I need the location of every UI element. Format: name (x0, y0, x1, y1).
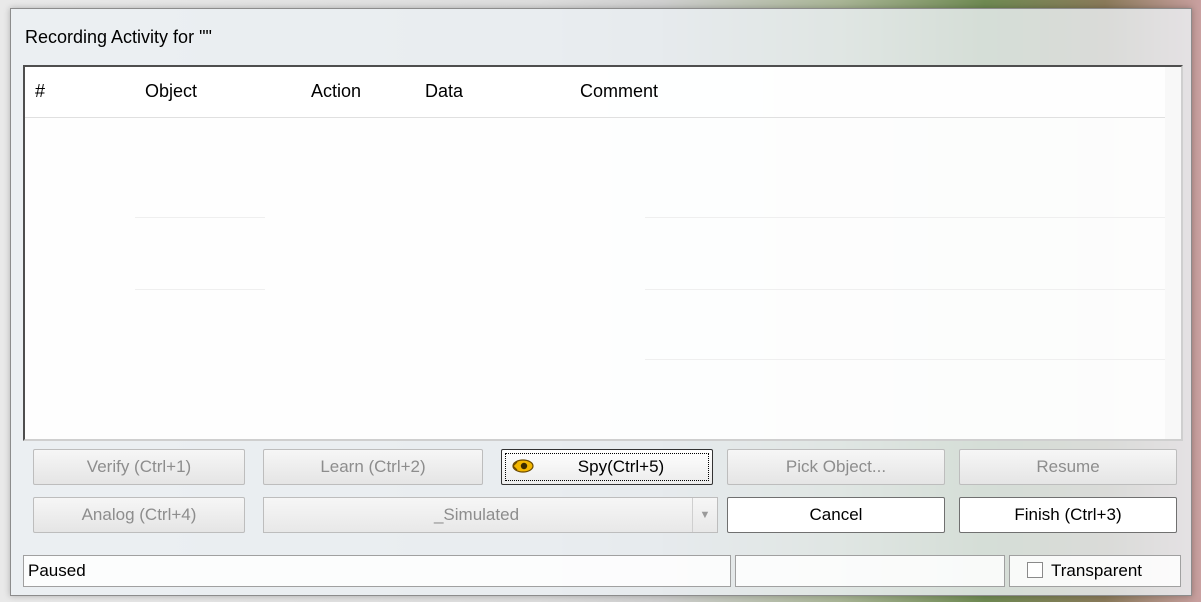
divider (645, 217, 1165, 218)
column-header-action[interactable]: Action (311, 81, 361, 102)
column-header-comment[interactable]: Comment (580, 81, 658, 102)
status-text: Paused (23, 555, 731, 587)
recording-mode-select[interactable]: _Simulated ▼ (263, 497, 718, 533)
grid-header: # Object Action Data Comment (25, 67, 1165, 118)
status-bar: Paused Transparent (23, 555, 1181, 587)
finish-button[interactable]: Finish (Ctrl+3) (959, 497, 1177, 533)
divider (135, 217, 265, 218)
grid-scrollbar[interactable] (1165, 67, 1181, 439)
divider (645, 359, 1165, 360)
divider (135, 289, 265, 290)
activity-grid[interactable]: # Object Action Data Comment (23, 65, 1183, 441)
recording-activity-window: Recording Activity for "" # Object Actio… (10, 8, 1192, 596)
column-header-number[interactable]: # (35, 81, 45, 102)
spy-eye-icon (512, 459, 534, 473)
resume-button[interactable]: Resume (959, 449, 1177, 485)
transparent-label[interactable]: Transparent (1051, 555, 1142, 587)
spy-button-label: Spy(Ctrl+5) (577, 457, 665, 476)
chevron-down-icon[interactable]: ▼ (692, 498, 717, 532)
window-title: Recording Activity for "" (25, 27, 212, 47)
pick-object-button[interactable]: Pick Object... (727, 449, 945, 485)
verify-button[interactable]: Verify (Ctrl+1) (33, 449, 245, 485)
recording-mode-value: _Simulated (433, 505, 520, 524)
column-header-data[interactable]: Data (425, 81, 463, 102)
cancel-button[interactable]: Cancel (727, 497, 945, 533)
status-pane-middle (735, 555, 1005, 587)
column-header-object[interactable]: Object (145, 81, 197, 102)
divider (645, 289, 1165, 290)
transparent-checkbox[interactable] (1027, 562, 1043, 578)
spy-button[interactable]: Spy(Ctrl+5) (501, 449, 713, 485)
analog-button[interactable]: Analog (Ctrl+4) (33, 497, 245, 533)
learn-button[interactable]: Learn (Ctrl+2) (263, 449, 483, 485)
